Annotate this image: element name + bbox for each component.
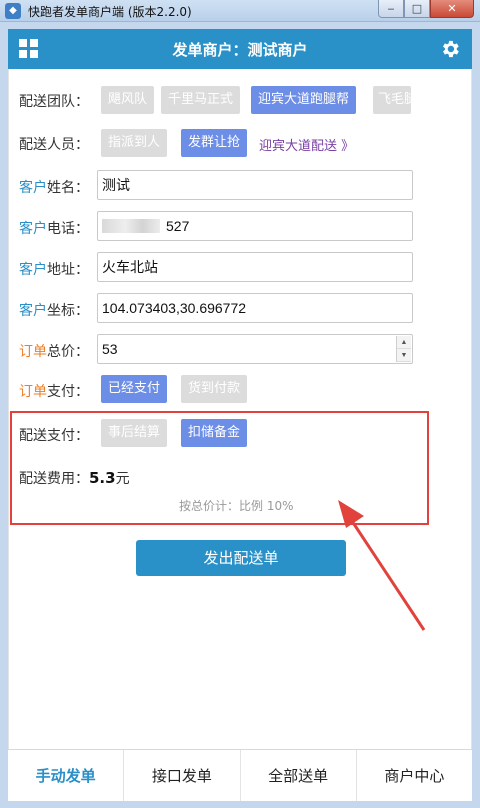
tab-all-deliveries[interactable]: 全部送单 [241, 750, 357, 801]
order-pay-label: 订单支付： [19, 384, 89, 400]
window-controls: ‒ □ ✕ [378, 0, 474, 19]
customer-phone-label: 客户电话： [19, 221, 89, 237]
stepper-up-icon[interactable]: ▲ [397, 336, 411, 349]
order-form: 配送团队： 飓风队 千里马正式 迎宾大道跑腿帮 飞毛腿 配送人员： 指派到人 发… [8, 69, 472, 749]
phone-suffix: 527 [166, 218, 190, 234]
tab-merchant-center[interactable]: 商户中心 [357, 750, 472, 801]
window-title-bar: ◆ 快跑者发单商户端 (版本2.2.0) ‒ □ ✕ [0, 0, 480, 22]
window-frame-bottom [0, 801, 480, 808]
app-header: 发单商户：测试商户 [8, 29, 472, 69]
customer-coords-input[interactable]: 104.073403,30.696772 [97, 293, 413, 323]
app-logo-icon: ◆ [5, 3, 21, 19]
broadcast-grab-button[interactable]: 发群让抢 [181, 129, 248, 157]
customer-coords-label: 客户坐标： [19, 303, 89, 319]
submit-order-button[interactable]: 发出配送单 [136, 540, 346, 576]
customer-phone-input[interactable]: 527 [97, 211, 413, 241]
maximize-button[interactable]: □ [404, 0, 430, 18]
delivery-pay-label: 配送支付： [19, 428, 89, 444]
team-delivery-link[interactable]: 迎宾大道配送 》 [259, 135, 354, 154]
close-button[interactable]: ✕ [430, 0, 474, 18]
bottom-tab-bar: 手动发单 接口发单 全部送单 商户中心 [8, 749, 472, 801]
window-frame-left [0, 22, 8, 802]
delivery-fee-amount: 5.3 [89, 469, 116, 487]
order-total-value: 53 [102, 341, 118, 357]
tab-api-order[interactable]: 接口发单 [124, 750, 241, 801]
page-title: 发单商户：测试商户 [172, 41, 308, 59]
window-frame-top [0, 22, 480, 29]
assign-person-button[interactable]: 指派到人 [101, 129, 168, 157]
customer-name-label: 客户姓名： [19, 180, 89, 196]
deduct-deposit-option[interactable]: 扣储备金 [181, 419, 248, 447]
stepper-arrows[interactable]: ▲ ▼ [396, 336, 411, 362]
order-total-stepper[interactable]: 53 ▲ ▼ [97, 334, 413, 364]
cash-on-delivery-option[interactable]: 货到付款 [181, 375, 248, 403]
settle-later-option[interactable]: 事后结算 [101, 419, 168, 447]
customer-name-input[interactable]: 测试 [97, 170, 413, 200]
delivery-fee-label: 配送费用： [19, 471, 89, 487]
team-option-feimaotui[interactable]: 飞毛腿 [373, 86, 411, 114]
courier-label: 配送人员： [19, 137, 89, 153]
stepper-down-icon[interactable]: ▼ [397, 349, 411, 362]
team-option-qianlima[interactable]: 千里马正式 [161, 86, 241, 114]
window-title: 快跑者发单商户端 (版本2.2.0) [28, 5, 192, 19]
paid-option[interactable]: 已经支付 [101, 375, 168, 403]
team-option-yingbin[interactable]: 迎宾大道跑腿帮 [251, 86, 357, 114]
fee-rate-note: 按总价计：比例 10% [179, 499, 294, 513]
team-label: 配送团队： [19, 94, 89, 110]
gear-icon[interactable] [439, 38, 461, 60]
window-frame-right [472, 22, 480, 802]
redacted-digits [102, 219, 160, 233]
customer-address-label: 客户地址： [19, 262, 89, 278]
team-option-jufeng[interactable]: 飓风队 [101, 86, 155, 114]
tab-manual-order[interactable]: 手动发单 [8, 750, 125, 801]
minimize-button[interactable]: ‒ [378, 0, 404, 18]
delivery-fee-unit: 元 [115, 471, 130, 487]
delivery-fee: 配送费用：5.3元 [19, 468, 130, 488]
customer-address-input[interactable]: 火车北站 [97, 252, 413, 282]
order-total-label: 订单总价： [19, 344, 89, 360]
